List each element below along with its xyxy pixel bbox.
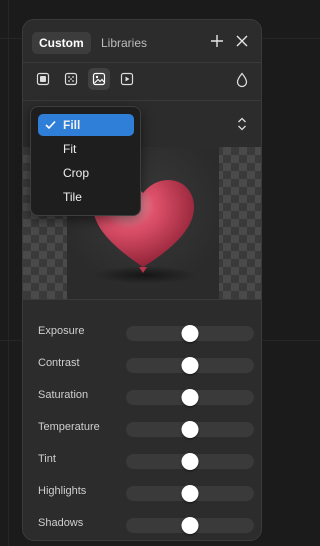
dropdown-option-fill[interactable]: Fill <box>38 114 134 136</box>
plus-icon[interactable] <box>209 33 225 49</box>
fill-mode-dropdown: Fill Fit Crop Tile <box>30 106 141 216</box>
background-divider <box>8 0 9 546</box>
highlights-slider[interactable] <box>126 485 254 502</box>
tint-slider[interactable] <box>126 453 254 470</box>
video-fill-icon <box>120 72 134 86</box>
image-fill-button[interactable] <box>88 68 110 90</box>
saturation-slider-thumb[interactable] <box>181 389 199 406</box>
temperature-slider[interactable] <box>126 421 254 438</box>
close-icon[interactable] <box>234 33 250 49</box>
saturation-row: Saturation <box>23 381 261 413</box>
tab-libraries[interactable]: Libraries <box>94 32 154 54</box>
highlights-label: Highlights <box>38 485 87 497</box>
fill-type-toolbar <box>23 63 261 100</box>
drop-icon[interactable] <box>235 72 249 88</box>
shadows-slider-thumb[interactable] <box>181 517 199 534</box>
shadows-row: Shadows <box>23 509 261 540</box>
gradient-fill-icon <box>64 72 78 86</box>
temperature-slider-thumb[interactable] <box>181 421 199 438</box>
exposure-label: Exposure <box>38 325 85 337</box>
highlights-row: Highlights <box>23 477 261 509</box>
dropdown-option-tile[interactable]: Tile <box>38 186 134 208</box>
saturation-slider[interactable] <box>126 389 254 406</box>
tab-custom[interactable]: Custom <box>32 32 91 54</box>
preview-divider <box>23 299 261 300</box>
image-fill-icon <box>92 72 106 86</box>
tint-row: Tint <box>23 445 261 477</box>
highlights-slider-thumb[interactable] <box>181 485 199 502</box>
tint-label: Tint <box>38 453 56 465</box>
solid-fill-button[interactable] <box>32 68 54 90</box>
checkmark-icon <box>45 120 56 130</box>
panel-header: Custom Libraries <box>23 20 261 62</box>
temperature-row: Temperature <box>23 413 261 445</box>
chevron-up-down-icon[interactable] <box>235 116 249 132</box>
contrast-row: Contrast <box>23 349 261 381</box>
solid-fill-icon <box>36 72 50 86</box>
dropdown-option-label: Fit <box>63 142 77 156</box>
contrast-label: Contrast <box>38 357 80 369</box>
exposure-slider[interactable] <box>126 325 254 342</box>
tint-slider-thumb[interactable] <box>181 453 199 470</box>
saturation-label: Saturation <box>38 389 89 401</box>
temperature-label: Temperature <box>38 421 100 433</box>
fill-panel: Custom Libraries Exposure Contrast Satur… <box>22 19 262 541</box>
shadows-label: Shadows <box>38 517 84 529</box>
exposure-row: Exposure <box>23 317 261 349</box>
contrast-slider[interactable] <box>126 357 254 374</box>
dropdown-option-label: Tile <box>63 190 82 204</box>
gradient-fill-button[interactable] <box>60 68 82 90</box>
dropdown-option-label: Fill <box>63 118 81 132</box>
shadows-slider[interactable] <box>126 517 254 534</box>
dropdown-option-crop[interactable]: Crop <box>38 162 134 184</box>
dropdown-option-fit[interactable]: Fit <box>38 138 134 160</box>
exposure-slider-thumb[interactable] <box>181 325 199 342</box>
dropdown-option-label: Crop <box>63 166 90 180</box>
video-fill-button[interactable] <box>116 68 138 90</box>
contrast-slider-thumb[interactable] <box>181 357 199 374</box>
